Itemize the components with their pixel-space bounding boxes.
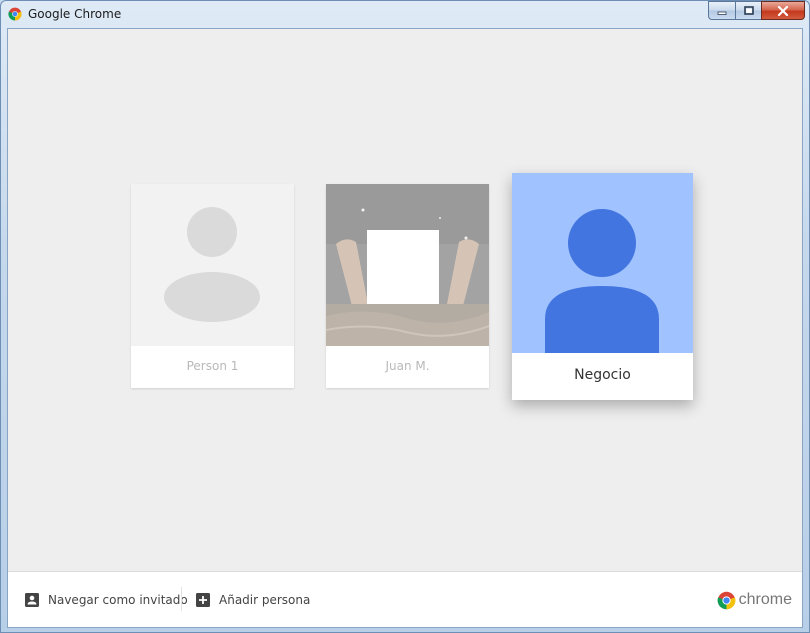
- blue-person-avatar-icon: [545, 209, 659, 353]
- close-icon: [777, 5, 789, 16]
- profile-avatar: [512, 173, 693, 353]
- photo-avatar-icon: [326, 184, 489, 346]
- add-person-label: Añadir persona: [219, 593, 311, 607]
- browse-as-guest-button[interactable]: Navegar como invitado: [25, 591, 188, 609]
- default-person-avatar-icon: [164, 207, 260, 322]
- title-bar[interactable]: Google Chrome: [1, 1, 809, 28]
- window-title: Google Chrome: [28, 7, 122, 21]
- profile-name: Negocio: [574, 367, 631, 383]
- chrome-wordmark: chrome: [738, 591, 792, 608]
- browse-as-guest-label: Navegar como invitado: [48, 593, 188, 607]
- profile-card-negocio[interactable]: Negocio: [512, 173, 693, 400]
- profile-card-juan-m[interactable]: Juan M.: [326, 184, 489, 388]
- profile-name: Juan M.: [385, 359, 430, 373]
- maximize-button[interactable]: [735, 1, 761, 20]
- caption-buttons: [708, 1, 805, 20]
- profile-avatar: [326, 184, 489, 346]
- bottom-bar: Navegar como invitado Añadir persona chr…: [8, 571, 802, 627]
- profile-picker: Person 1 Juan M. Negocio Navegar como in…: [7, 28, 803, 628]
- guest-person-icon: [25, 593, 39, 607]
- add-icon: [196, 593, 210, 607]
- chrome-logo-icon: [8, 7, 22, 21]
- profile-avatar: [131, 184, 294, 346]
- divider: [181, 587, 182, 611]
- minimize-button[interactable]: [708, 1, 735, 20]
- maximize-icon: [743, 5, 754, 15]
- chrome-logo-icon: [717, 591, 736, 609]
- minimize-icon: [717, 11, 727, 15]
- profile-name: Person 1: [186, 359, 239, 373]
- chrome-brand: chrome: [717, 589, 792, 611]
- chrome-window: Google Chrome Person 1 Juan M. Negocio N…: [0, 0, 810, 633]
- close-button[interactable]: [761, 1, 805, 20]
- profile-card-person-1[interactable]: Person 1: [131, 184, 294, 388]
- add-person-button[interactable]: Añadir persona: [196, 591, 310, 609]
